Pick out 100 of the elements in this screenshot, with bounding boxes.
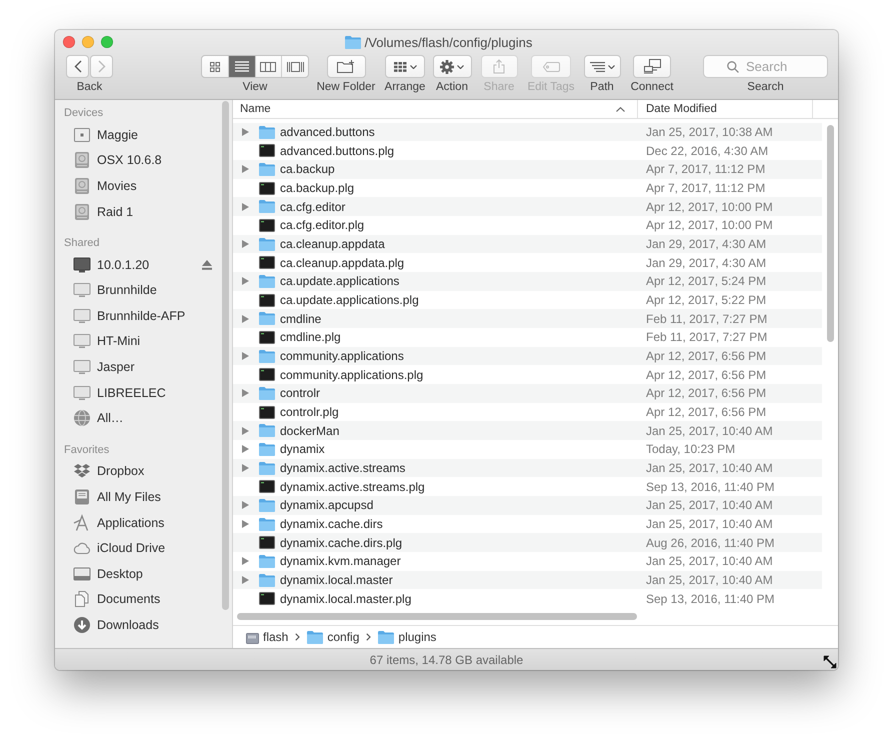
sidebar-item[interactable]: Brunnhilde [55, 277, 232, 304]
file-tray-icon [73, 488, 91, 506]
sidebar-item[interactable]: Maggie [55, 122, 232, 148]
sidebar-item[interactable]: All… [55, 405, 232, 432]
path-button[interactable] [584, 55, 620, 78]
disclosure-triangle-icon[interactable] [242, 426, 249, 435]
search-field[interactable]: Search [703, 55, 828, 78]
caret-icon [410, 64, 416, 68]
terminal-file-icon [259, 144, 275, 158]
sidebar-item[interactable]: All My Files [55, 484, 232, 510]
sidebar-item[interactable]: LIBREELEC [55, 380, 232, 406]
file-row[interactable]: dynamix.local.master Jan 25, 2017, 10:40 AM [233, 570, 822, 590]
disclosure-triangle-icon[interactable] [242, 277, 249, 286]
folder-icon [259, 462, 275, 475]
sidebar-item[interactable]: 10.0.1.20 [55, 252, 232, 278]
sidebar-item[interactable]: Downloads [55, 612, 232, 638]
path-item[interactable]: config [307, 630, 360, 644]
disclosure-triangle-icon[interactable] [242, 128, 249, 136]
disclosure-triangle-icon[interactable] [242, 240, 249, 248]
sidebar-item[interactable]: Movies [55, 173, 232, 199]
file-row[interactable]: community.applications Apr 12, 2017, 6:56 PM [233, 346, 822, 366]
arrange-button[interactable] [385, 55, 425, 78]
gear-icon [440, 60, 454, 74]
disclosure-triangle-icon[interactable] [242, 314, 249, 323]
date-modified: Sep 13, 2016, 11:40 PM [645, 592, 775, 606]
folder-icon [307, 630, 324, 644]
zoom-button[interactable] [101, 36, 113, 48]
disclosure-triangle-icon[interactable] [242, 520, 249, 528]
down-arrow-circle-icon [73, 616, 91, 634]
file-name: dynamix.kvm.manager [280, 554, 401, 568]
sidebar-item[interactable]: HT-Mini [55, 328, 232, 354]
file-row[interactable]: ca.cleanup.appdata Jan 29, 2017, 4:30 AM [233, 234, 822, 254]
file-row[interactable]: ca.backup Apr 7, 2017, 11:12 PM [233, 160, 822, 179]
file-row[interactable]: ca.cfg.editor Apr 12, 2017, 10:00 PM [233, 197, 822, 216]
file-name: cmdline.plg [280, 330, 341, 344]
date-modified: Feb 11, 2017, 7:27 PM [645, 330, 768, 344]
monitor-icon [73, 358, 91, 376]
eject-icon[interactable] [202, 260, 212, 270]
file-row[interactable]: controlr Apr 12, 2017, 6:56 PM [233, 384, 822, 403]
terminal-file-icon [259, 256, 275, 270]
file-row[interactable]: dynamix.active.streams Jan 25, 2017, 10:40 AM [233, 458, 822, 478]
toolbar-label: Search [747, 81, 784, 94]
path-item[interactable]: flash [246, 630, 288, 644]
a-shape-icon [73, 514, 91, 532]
sidebar-item[interactable]: iCloud Drive [55, 535, 232, 561]
disclosure-triangle-icon[interactable] [242, 445, 249, 454]
chevron-right-icon [98, 60, 106, 73]
lines-icon [590, 62, 604, 72]
file-row[interactable]: dynamix.cache.dirs.plg Aug 26, 2016, 11:40 PM [233, 533, 822, 552]
disclosure-triangle-icon[interactable] [242, 352, 249, 360]
file-row[interactable]: ca.update.applications.plg Apr 12, 2017, 5:22 PM [233, 290, 822, 310]
date-modified: Jan 29, 2017, 4:30 AM [645, 237, 766, 252]
column-header[interactable]: Date Modified [638, 100, 813, 118]
disclosure-triangle-icon[interactable] [242, 576, 249, 584]
file-row[interactable]: dynamix.apcupsd Jan 25, 2017, 10:40 AM [233, 496, 822, 515]
action-button[interactable] [432, 55, 472, 78]
disclosure-triangle-icon[interactable] [242, 501, 249, 510]
file-row[interactable]: dockerMan Jan 25, 2017, 10:40 AM [233, 421, 822, 440]
file-name: dynamix.local.master [280, 573, 393, 588]
sidebar-item[interactable]: Jasper [55, 354, 232, 380]
folder-icon [259, 200, 275, 214]
disclosure-triangle-icon[interactable] [242, 464, 249, 472]
disclosure-triangle-icon[interactable] [242, 557, 249, 566]
toolbar-label: View [242, 81, 268, 94]
minimize-button[interactable] [82, 36, 94, 48]
back-button[interactable] [66, 55, 89, 78]
file-name: ca.update.applications [280, 274, 400, 288]
file-row[interactable]: ca.backup.plg Apr 7, 2017, 11:12 PM [233, 178, 822, 198]
file-row[interactable]: advanced.buttons Jan 25, 2017, 10:38 AM [233, 122, 822, 142]
path-item[interactable]: plugins [378, 630, 436, 644]
file-row[interactable]: ca.update.applications Apr 12, 2017, 5:24 PM [233, 272, 822, 291]
disclosure-triangle-icon[interactable] [242, 202, 249, 211]
disclosure-triangle-icon[interactable] [242, 389, 249, 398]
sidebar-item[interactable]: Desktop [55, 560, 232, 586]
file-name: dynamix.local.master.plg [280, 592, 412, 606]
scrollbar-thumb[interactable] [827, 125, 834, 342]
sidebar-item[interactable]: Documents [55, 586, 232, 612]
date-modified: Apr 12, 2017, 5:24 PM [645, 274, 766, 288]
file-name: controlr.plg [280, 405, 339, 420]
close-button[interactable] [63, 36, 75, 48]
sidebar-item[interactable]: Applications [55, 510, 232, 536]
disclosure-triangle-icon[interactable] [242, 165, 249, 174]
scrollbar-thumb[interactable] [237, 613, 637, 620]
date-modified: Apr 7, 2017, 11:12 PM [645, 162, 766, 176]
file-row[interactable]: cmdline Feb 11, 2017, 7:27 PM [233, 309, 822, 328]
terminal-file-icon [259, 406, 275, 419]
toolbar-label: Path [590, 81, 614, 94]
scrollbar-thumb[interactable] [222, 101, 229, 610]
sidebar-item[interactable]: Dropbox [55, 458, 232, 484]
terminal-file-icon [259, 368, 275, 382]
column-header[interactable]: Name [233, 100, 638, 118]
caret-icon [608, 64, 614, 68]
view-mode-button[interactable] [228, 56, 254, 77]
new-folder-button[interactable] [326, 55, 366, 78]
pages-icon [73, 590, 91, 608]
list-icon [234, 61, 249, 72]
sidebar-item[interactable]: Brunnhilde-AFP [55, 303, 232, 329]
connect-button[interactable] [633, 55, 671, 78]
sidebar-item[interactable]: OSX 10.6.8 [55, 148, 232, 174]
sidebar-item[interactable]: Raid 1 [55, 198, 232, 224]
